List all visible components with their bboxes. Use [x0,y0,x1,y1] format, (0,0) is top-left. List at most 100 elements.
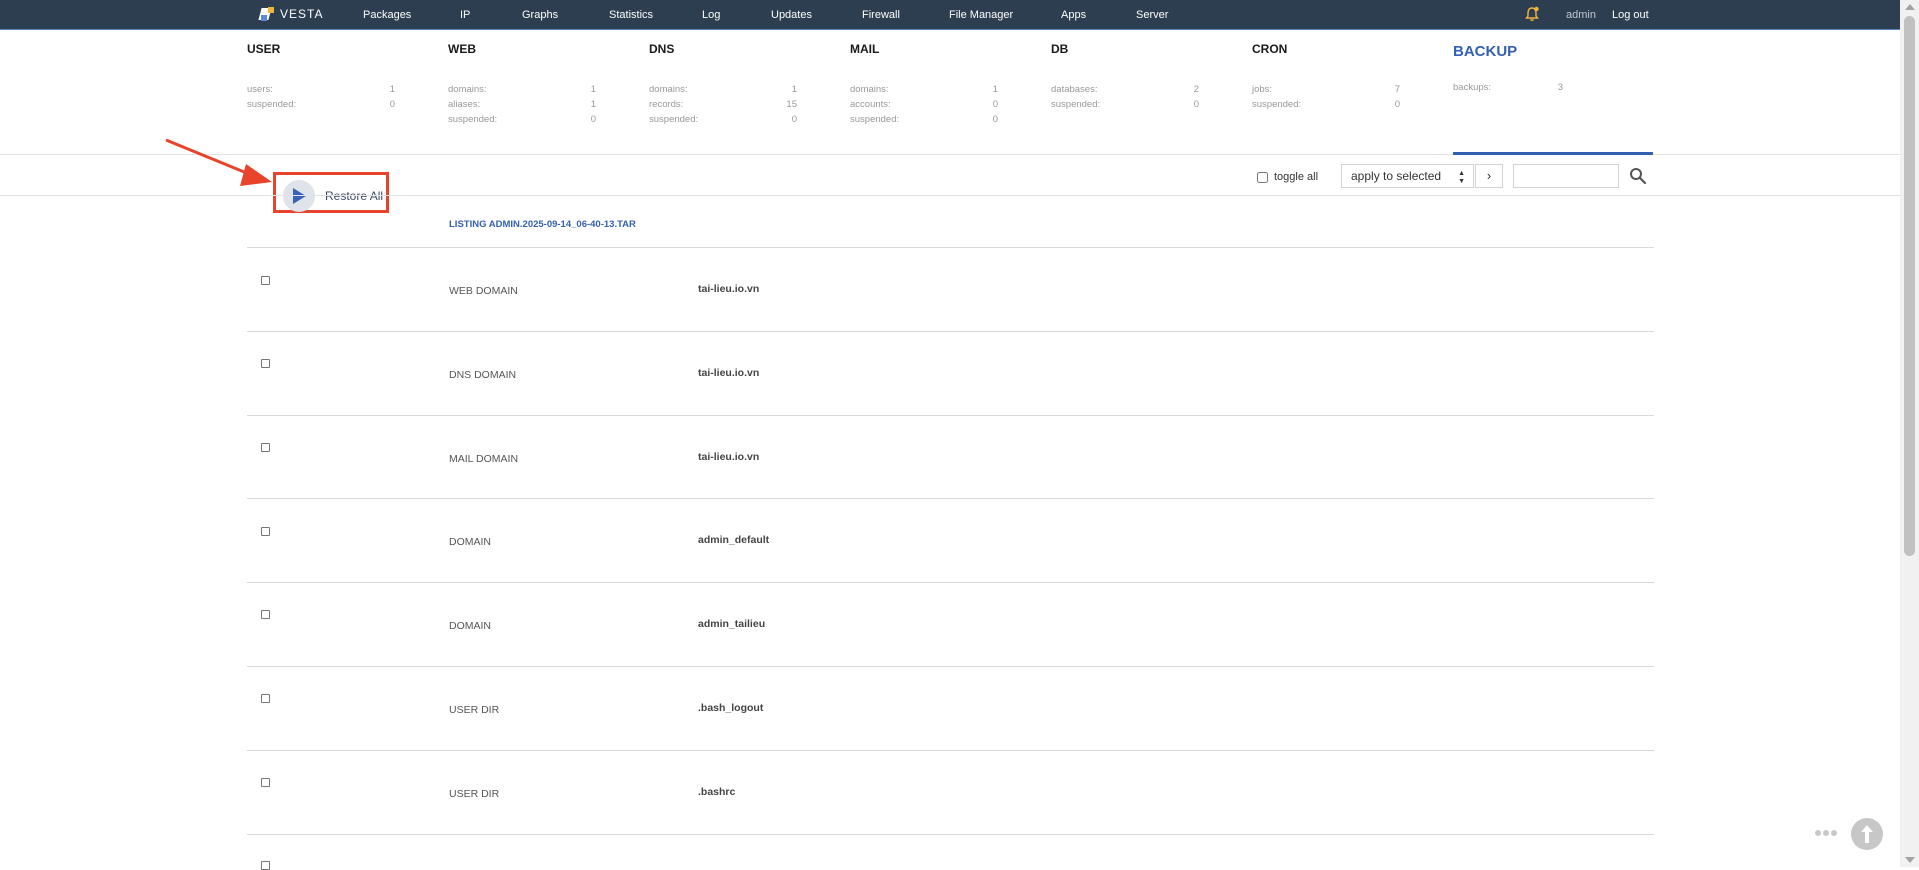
stat-row: domains: 1 [649,84,809,99]
row-divider [247,750,1654,751]
stat-value: 1 [791,84,797,95]
stat-row: databases: 2 [1051,84,1211,99]
more-options-icon[interactable] [1815,830,1837,836]
row-name[interactable]: .bash_logout [698,702,763,714]
stat-row: suspended: 0 [850,114,1010,129]
row-type: DOMAIN [449,536,491,548]
listing-title: LISTING ADMIN.2025-09-14_06-40-13.TAR [449,219,636,230]
row-checkbox[interactable] [261,694,270,703]
scroll-up-icon[interactable] [1905,4,1915,10]
stat-backup[interactable]: BACKUP backups: 3 [1453,43,1613,97]
search-input[interactable] [1513,164,1619,188]
row-type: DNS DOMAIN [449,369,517,381]
stat-value: 0 [389,99,395,110]
row-type: MAIL DOMAIN [449,453,519,465]
vertical-scrollbar[interactable] [1900,0,1919,867]
nav-firewall[interactable]: Firewall [862,9,900,21]
stat-web[interactable]: WEB domains: 1 aliases: 1 suspended: 0 [448,42,608,129]
row-checkbox[interactable] [261,610,270,619]
search-icon[interactable] [1628,166,1648,186]
stat-value: 2 [1193,84,1199,95]
nav-updates[interactable]: Updates [771,9,812,21]
row-name[interactable]: tai-lieu.io.vn [698,451,759,463]
row-checkbox[interactable] [261,359,270,368]
stat-label: backups: [1453,82,1492,93]
stat-value: 0 [791,114,797,125]
row-name[interactable]: .bashrc [698,786,735,798]
stat-title[interactable]: DNS [649,42,809,56]
restore-all-button[interactable]: Restore All [283,180,383,212]
play-icon-wrapper [283,180,315,212]
sort-arrows-icon: ▲ ▼ [1458,170,1465,185]
nav-server[interactable]: Server [1136,9,1168,21]
row-name[interactable]: tai-lieu.io.vn [698,367,759,379]
row-type: USER DIR [449,788,500,800]
vesta-logo[interactable]: VESTA [258,6,323,22]
nav-ip[interactable]: IP [460,9,470,21]
scroll-thumb[interactable] [1904,16,1915,556]
play-icon [293,188,306,204]
annotation-arrow-icon [165,138,272,186]
stat-row: suspended: 0 [1051,99,1211,114]
row-checkbox[interactable] [261,527,270,536]
nav-file-manager[interactable]: File Manager [949,9,1013,21]
stat-title[interactable]: MAIL [850,42,1010,56]
stat-title[interactable]: DB [1051,42,1211,56]
row-divider [247,582,1654,583]
stat-value: 1 [590,99,596,110]
logout-link[interactable]: Log out [1612,9,1649,21]
stat-dns[interactable]: DNS domains: 1 records: 15 suspended: 0 [649,42,809,129]
stat-label: suspended: [850,114,900,125]
stat-db[interactable]: DB databases: 2 suspended: 0 [1051,42,1211,114]
row-checkbox[interactable] [261,443,270,452]
stat-user[interactable]: USER users: 1 suspended: 0 [247,42,407,114]
toggle-all-checkbox[interactable] [1257,171,1268,183]
vesta-logo-icon [258,6,276,22]
stat-title[interactable]: WEB [448,42,608,56]
row-name[interactable]: admin_tailieu [698,618,765,630]
stat-cron[interactable]: CRON jobs: 7 suspended: 0 [1252,42,1412,114]
stat-value: 1 [389,84,395,95]
row-checkbox[interactable] [261,276,270,285]
stat-row: suspended: 0 [1252,99,1412,114]
nav-apps[interactable]: Apps [1061,9,1086,21]
stat-title[interactable]: CRON [1252,42,1412,56]
apply-go-button[interactable]: › [1475,164,1503,188]
scroll-to-top-button[interactable] [1851,818,1883,850]
stat-label: domains: [850,84,889,95]
stat-title[interactable]: USER [247,42,407,56]
stat-row: users: 1 [247,84,407,99]
row-checkbox[interactable] [261,778,270,787]
stat-row: suspended: 0 [247,99,407,114]
nav-log[interactable]: Log [702,9,720,21]
nav-statistics[interactable]: Statistics [609,9,653,21]
stat-value: 15 [786,99,797,110]
stat-mail[interactable]: MAIL domains: 1 accounts: 0 suspended: 0 [850,42,1010,129]
stat-title-active[interactable]: BACKUP [1453,43,1613,60]
row-name[interactable]: admin_default [698,534,769,546]
row-checkbox[interactable] [261,861,270,870]
toggle-all[interactable]: toggle all [1257,171,1318,183]
apply-to-selected-value: apply to selected [1351,169,1442,183]
logo-text: VESTA [280,7,324,21]
stat-value: 1 [590,84,596,95]
stat-label: jobs: [1252,84,1273,95]
nav-graphs[interactable]: Graphs [522,9,558,21]
row-name[interactable]: tai-lieu.io.vn [698,283,759,295]
arrow-up-icon [1861,825,1873,843]
nav-packages[interactable]: Packages [363,9,411,21]
stat-label: suspended: [247,99,297,110]
row-divider [247,666,1654,667]
row-divider [247,415,1654,416]
current-user[interactable]: admin [1566,9,1596,21]
bell-icon[interactable] [1524,6,1540,22]
stat-value: 1 [992,84,998,95]
apply-to-selected-select[interactable]: apply to selected ▲ ▼ [1341,164,1474,188]
stat-value: 7 [1394,84,1400,95]
row-type: DOMAIN [449,620,491,632]
scroll-down-icon[interactable] [1905,857,1915,863]
row-divider [247,834,1654,835]
restore-all-label: Restore All [325,189,384,203]
stat-label: suspended: [448,114,498,125]
stat-label: suspended: [1252,99,1302,110]
